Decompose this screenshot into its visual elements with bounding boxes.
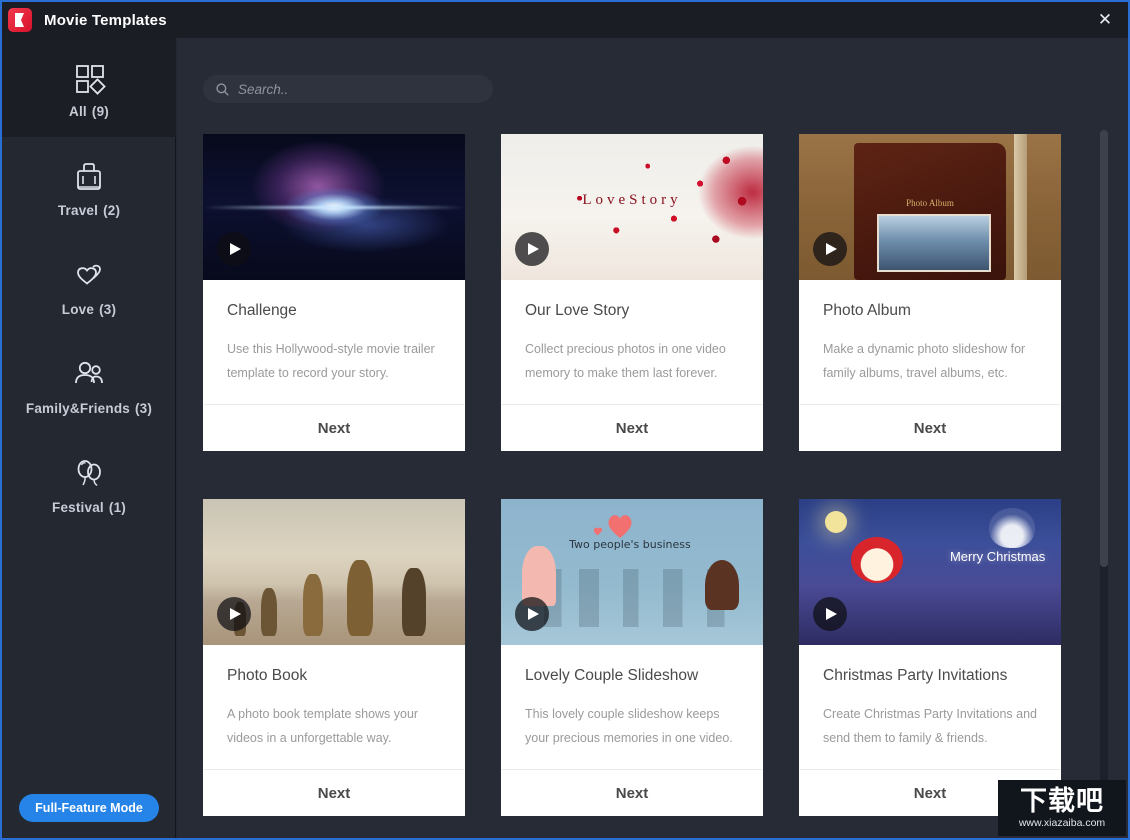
- reindeer-silhouette: [989, 508, 1035, 548]
- template-title: Lovely Couple Slideshow: [525, 667, 739, 685]
- next-button[interactable]: Next: [203, 405, 465, 451]
- close-icon[interactable]: ✕: [1082, 2, 1128, 38]
- scrollbar-thumb[interactable]: [1100, 130, 1108, 567]
- full-feature-mode-container: Full-Feature Mode: [2, 794, 176, 822]
- movie-templates-window: Movie Templates ✕ All (9): [0, 0, 1130, 840]
- thumbnail-overlay-text: LoveStory: [501, 192, 763, 209]
- template-title: Christmas Party Invitations: [823, 667, 1037, 685]
- template-card-photo-album[interactable]: Photo Album Photo Album Make a dynamic p…: [799, 134, 1061, 451]
- template-card-christmas-party-invitations[interactable]: Merry Christmas Christmas Party Invitati…: [799, 499, 1061, 816]
- template-description: Use this Hollywood-style movie trailer t…: [227, 337, 441, 385]
- full-feature-mode-button[interactable]: Full-Feature Mode: [19, 794, 159, 822]
- album-spine: [1014, 134, 1027, 280]
- thumbnail-overlay-text: Photo Album: [854, 198, 1006, 208]
- template-card-body: Lovely Couple Slideshow This lovely coup…: [501, 645, 763, 769]
- template-card-our-love-story[interactable]: LoveStory Our Love Story Collect preciou…: [501, 134, 763, 451]
- sidebar-item-family-friends-label: Family&Friends (3): [26, 401, 152, 416]
- sidebar-item-family-friends[interactable]: Family&Friends (3): [2, 335, 176, 434]
- hearts-icon: [69, 254, 109, 298]
- grid-icon: [69, 56, 109, 100]
- sidebar: All (9) Travel (2): [2, 38, 176, 840]
- template-thumbnail[interactable]: Merry Christmas: [799, 499, 1061, 645]
- template-title: Our Love Story: [525, 302, 739, 320]
- watermark-cn-text: 下载吧: [1020, 787, 1104, 817]
- search-icon: [215, 82, 230, 97]
- sidebar-item-all[interactable]: All (9): [2, 38, 176, 137]
- search-input[interactable]: [238, 82, 468, 97]
- template-card-body: Our Love Story Collect precious photos i…: [501, 280, 763, 404]
- moon-shape: [825, 511, 847, 533]
- template-card-lovely-couple-slideshow[interactable]: Two people's business Lovely Couple Slid…: [501, 499, 763, 816]
- template-thumbnail[interactable]: [203, 499, 465, 645]
- sidebar-label-count: (2): [103, 203, 120, 218]
- sidebar-label-text: Festival: [52, 500, 104, 515]
- movie-templates-app-icon: [8, 8, 32, 32]
- play-icon[interactable]: [813, 597, 847, 631]
- sidebar-item-love-label: Love (3): [62, 302, 116, 317]
- play-icon[interactable]: [515, 232, 549, 266]
- template-title: Photo Book: [227, 667, 441, 685]
- santa-figure: [851, 537, 903, 583]
- template-title: Challenge: [227, 302, 441, 320]
- templates-grid: Challenge Use this Hollywood-style movie…: [203, 134, 1093, 816]
- balloons-icon: [69, 452, 109, 496]
- sidebar-item-festival[interactable]: Festival (1): [2, 434, 176, 533]
- sidebar-label-count: (3): [135, 401, 152, 416]
- next-button[interactable]: Next: [799, 405, 1061, 451]
- template-description: Collect precious photos in one video mem…: [525, 337, 739, 385]
- play-icon[interactable]: [813, 232, 847, 266]
- window-title: Movie Templates: [44, 12, 167, 29]
- sidebar-item-travel[interactable]: Travel (2): [2, 137, 176, 236]
- play-icon[interactable]: [217, 597, 251, 631]
- template-description: Make a dynamic photo slideshow for famil…: [823, 337, 1037, 385]
- play-icon[interactable]: [217, 232, 251, 266]
- next-button[interactable]: Next: [501, 770, 763, 816]
- next-button[interactable]: Next: [501, 405, 763, 451]
- title-bar: Movie Templates ✕: [2, 2, 1128, 38]
- template-description: A photo book template shows your videos …: [227, 702, 441, 750]
- sidebar-item-love[interactable]: Love (3): [2, 236, 176, 335]
- template-description: This lovely couple slideshow keeps your …: [525, 702, 739, 750]
- sidebar-label-text: Travel: [58, 203, 98, 218]
- sidebar-item-all-label: All (9): [69, 104, 109, 119]
- album-book-shape: Photo Album: [854, 143, 1006, 280]
- search-bar[interactable]: [203, 75, 493, 103]
- sidebar-item-festival-label: Festival (1): [52, 500, 126, 515]
- template-card-photo-book[interactable]: Photo Book A photo book template shows y…: [203, 499, 465, 816]
- template-card-body: Photo Album Make a dynamic photo slidesh…: [799, 280, 1061, 404]
- template-thumbnail[interactable]: Two people's business: [501, 499, 763, 645]
- thumbnail-overlay-text: Merry Christmas: [950, 549, 1045, 565]
- suitcase-icon: [69, 155, 109, 199]
- template-card-body: Photo Book A photo book template shows y…: [203, 645, 465, 769]
- watermark-url-text: www.xiazaiba.com: [1019, 817, 1105, 830]
- sidebar-label-text: All: [69, 104, 87, 119]
- next-button[interactable]: Next: [203, 770, 465, 816]
- sidebar-label-count: (1): [109, 500, 126, 515]
- template-thumbnail[interactable]: Photo Album: [799, 134, 1061, 280]
- template-card-challenge[interactable]: Challenge Use this Hollywood-style movie…: [203, 134, 465, 451]
- template-thumbnail[interactable]: [203, 134, 465, 280]
- play-icon[interactable]: [515, 597, 549, 631]
- template-card-body: Christmas Party Invitations Create Chris…: [799, 645, 1061, 769]
- main-content: Challenge Use this Hollywood-style movie…: [177, 38, 1128, 840]
- thumbnail-overlay-text: Two people's business: [569, 538, 691, 551]
- template-thumbnail[interactable]: LoveStory: [501, 134, 763, 280]
- sidebar-label-count: (3): [99, 302, 116, 317]
- people-icon: [69, 353, 109, 397]
- sidebar-label-text: Family&Friends: [26, 401, 130, 416]
- sidebar-item-travel-label: Travel (2): [58, 203, 120, 218]
- template-description: Create Christmas Party Invitations and s…: [823, 702, 1037, 750]
- vertical-scrollbar[interactable]: [1100, 130, 1108, 822]
- site-watermark: 下载吧 www.xiazaiba.com: [998, 780, 1126, 836]
- album-inset-photo: [877, 214, 991, 272]
- template-card-body: Challenge Use this Hollywood-style movie…: [203, 280, 465, 404]
- sidebar-label-count: (9): [92, 104, 109, 119]
- sidebar-label-text: Love: [62, 302, 94, 317]
- template-title: Photo Album: [823, 302, 1037, 320]
